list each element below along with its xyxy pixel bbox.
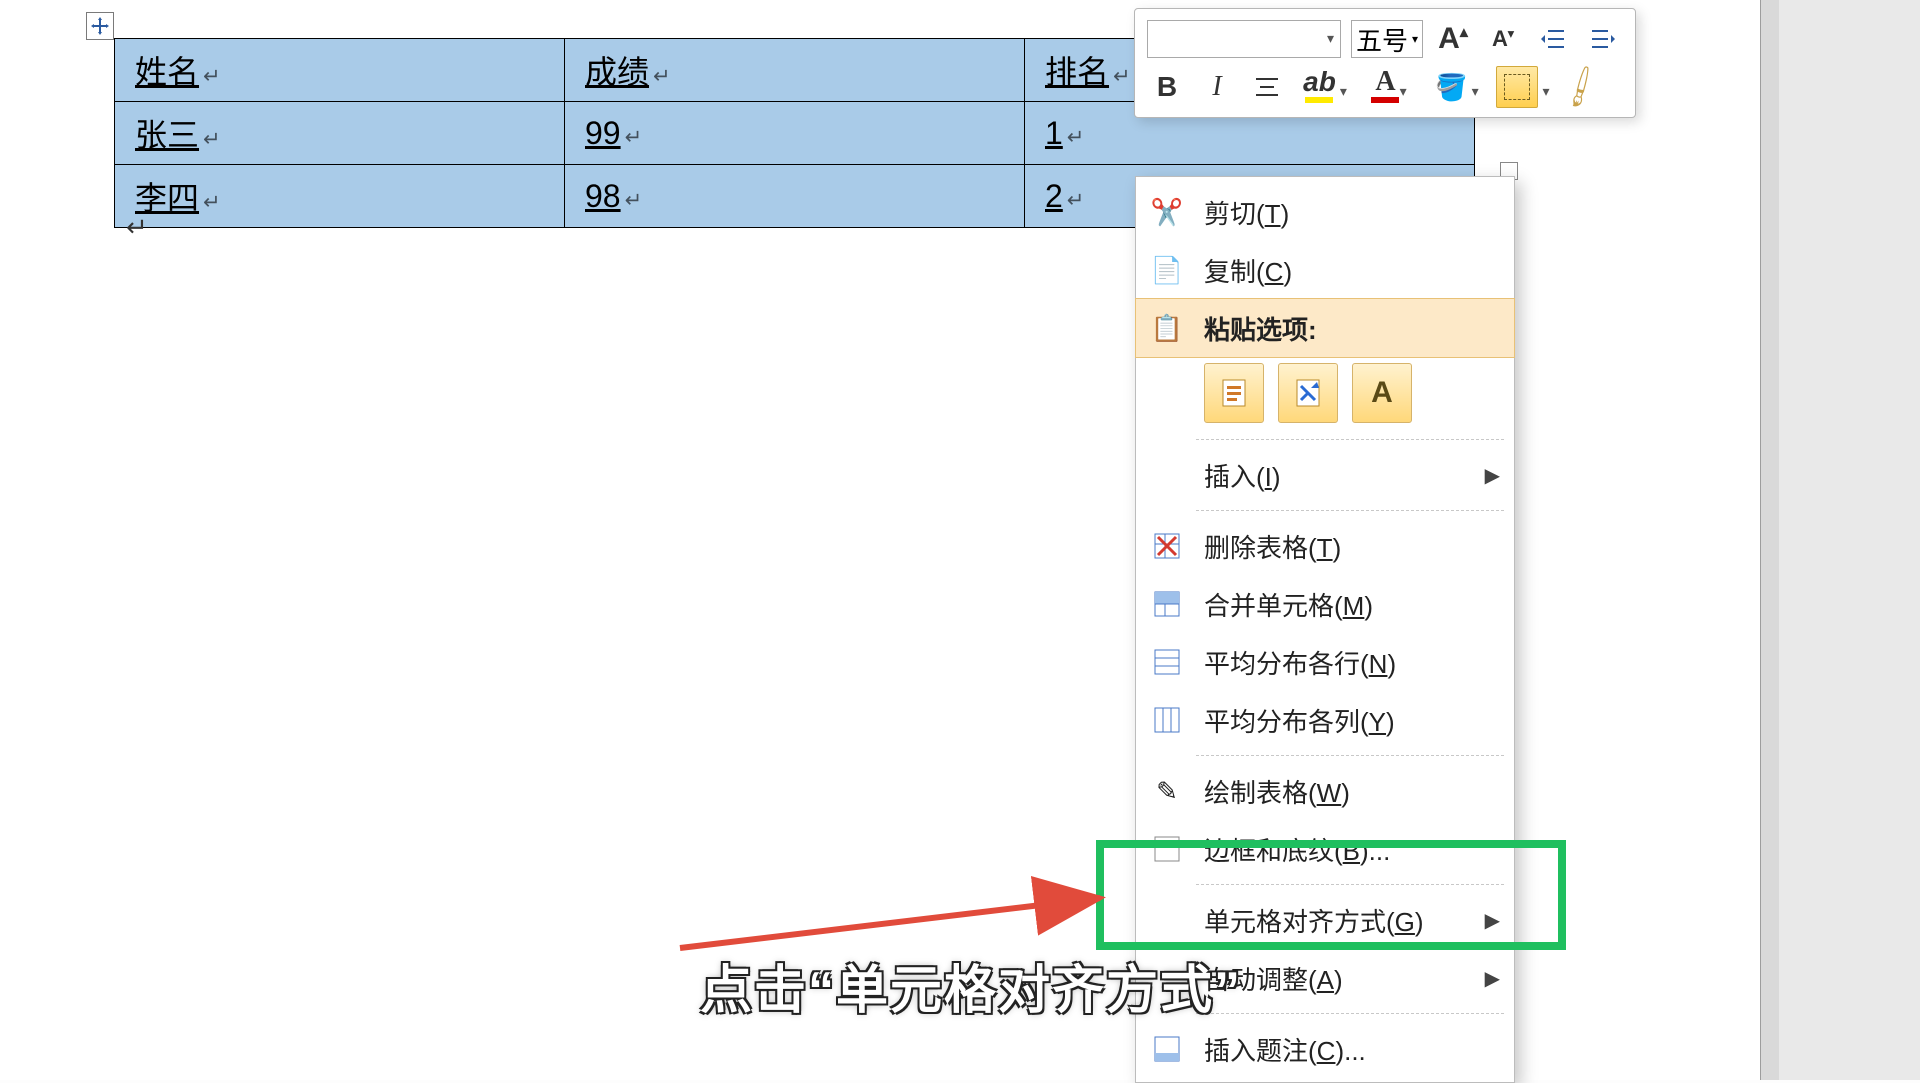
align-center-button[interactable] [1247,67,1287,107]
annotation-caption: 点击“单元格对齐方式” [700,948,1242,1023]
borders-icon [1144,826,1190,872]
delete-table-icon [1144,523,1190,569]
table-cell[interactable]: 张三 [115,102,565,165]
menu-delete-table[interactable]: 删除表格(T) [1136,517,1514,575]
format-painter-button[interactable]: 🖌 [1561,67,1601,107]
highlight-swatch [1305,97,1333,103]
bold-button[interactable]: B [1147,67,1187,107]
document-canvas[interactable]: 姓名 成绩 排名 张三 99 1 李四 98 2 ↵ ↖ [0,0,1920,1080]
highlight-color-button[interactable]: ab [1297,67,1353,107]
paste-merge-button[interactable] [1278,363,1338,423]
font-size-select[interactable]: 五号▾ [1351,20,1423,58]
table-cell[interactable]: 98 [565,165,1025,228]
annotation-arrow [670,818,1140,958]
mini-toolbar: 五号▾ A▴ A▾ B I ab [1134,8,1636,118]
table-move-handle-icon[interactable] [86,12,114,40]
menu-cell-alignment[interactable]: 单元格对齐方式(G) ▶ [1136,891,1514,949]
increase-indent-button[interactable] [1583,19,1623,59]
shrink-font-button[interactable]: A▾ [1483,19,1523,59]
paste-keep-source-button[interactable] [1204,363,1264,423]
paragraph-mark: ↵ [126,212,148,243]
scissors-icon: ✂️ [1144,189,1190,235]
font-color-button[interactable]: A [1363,67,1419,107]
menu-cut[interactable]: ✂️ 剪切(T) [1136,183,1514,241]
chevron-right-icon: ▶ [1485,908,1500,933]
header-rank: 排名 [1045,54,1130,90]
table-header-cell[interactable]: 成绩 [565,39,1025,102]
grow-font-button[interactable]: A▴ [1433,19,1473,59]
merge-cells-icon [1144,581,1190,627]
pencil-icon: ✎ [1144,768,1190,814]
menu-insert[interactable]: 插入(I) ▶ [1136,446,1514,504]
menu-borders-shading[interactable]: 边框和底纹(B)... [1136,820,1514,878]
paint-bucket-icon: 🪣 [1435,72,1467,103]
menu-distribute-rows[interactable]: 平均分布各行(N) [1136,633,1514,691]
copy-icon: 📄 [1144,247,1190,293]
menu-draw-table[interactable]: ✎ 绘制表格(W) [1136,762,1514,820]
right-gutter [1760,0,1920,1080]
header-score: 成绩 [585,54,670,90]
brush-icon: 🖌 [1556,62,1606,111]
paste-text-only-button[interactable]: A [1352,363,1412,423]
menu-merge-cells[interactable]: 合并单元格(M) [1136,575,1514,633]
menu-paste-heading: 📋 粘贴选项: [1136,299,1514,357]
distribute-rows-icon [1144,639,1190,685]
clipboard-icon: 📋 [1144,305,1190,351]
caption-icon [1144,1026,1190,1072]
table-cell[interactable]: 99 [565,102,1025,165]
table-header-cell[interactable]: 姓名 [115,39,565,102]
menu-insert-caption[interactable]: 插入题注(C)... [1136,1020,1514,1078]
decrease-indent-button[interactable] [1533,19,1573,59]
table-context-menu: ✂️ 剪切(T) 📄 复制(C) 📋 粘贴选项: A [1135,176,1515,1083]
borders-button[interactable] [1495,67,1551,107]
paste-options: A [1136,357,1514,433]
chevron-right-icon: ▶ [1485,463,1500,488]
font-size-label: 五号 [1356,21,1408,58]
font-name-select[interactable] [1147,20,1341,58]
menu-distribute-cols[interactable]: 平均分布各列(Y) [1136,691,1514,749]
distribute-cols-icon [1144,697,1190,743]
shading-button[interactable]: 🪣 [1429,67,1485,107]
chevron-right-icon: ▶ [1485,966,1500,991]
header-name: 姓名 [135,54,220,90]
italic-button[interactable]: I [1197,67,1237,107]
menu-copy[interactable]: 📄 复制(C) [1136,241,1514,299]
table-cell[interactable]: 李四 [115,165,565,228]
font-color-swatch [1371,97,1399,103]
